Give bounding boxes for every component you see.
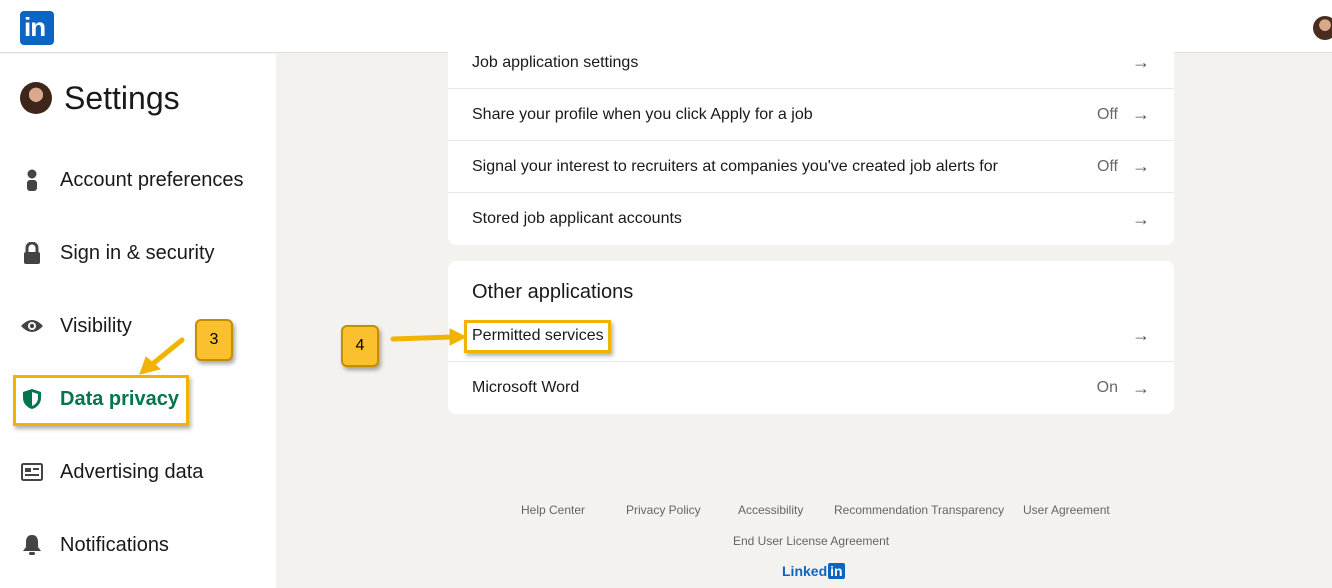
footer-link-eula[interactable]: End User License Agreement (733, 534, 889, 548)
footer-link-user-agreement[interactable]: User Agreement (1023, 503, 1110, 517)
arrow-head-icon (449, 328, 468, 346)
footer-link-recommendation-transparency[interactable]: Recommendation Transparency (834, 503, 1004, 517)
step-4-callout: 4 (341, 325, 379, 367)
linkedin-footer-logo: Linked in (782, 563, 845, 579)
footer-link-help-center[interactable]: Help Center (521, 503, 585, 517)
footer-link-privacy-policy[interactable]: Privacy Policy (626, 503, 701, 517)
brand-text: Linked (782, 563, 828, 579)
brand-in: in (828, 563, 845, 579)
footer-link-accessibility[interactable]: Accessibility (738, 503, 803, 517)
annotation-arrows (139, 328, 468, 375)
arrow-to-data-privacy (147, 337, 185, 369)
step-3-callout: 3 (195, 319, 233, 361)
arrow-to-permitted-services (390, 334, 455, 342)
